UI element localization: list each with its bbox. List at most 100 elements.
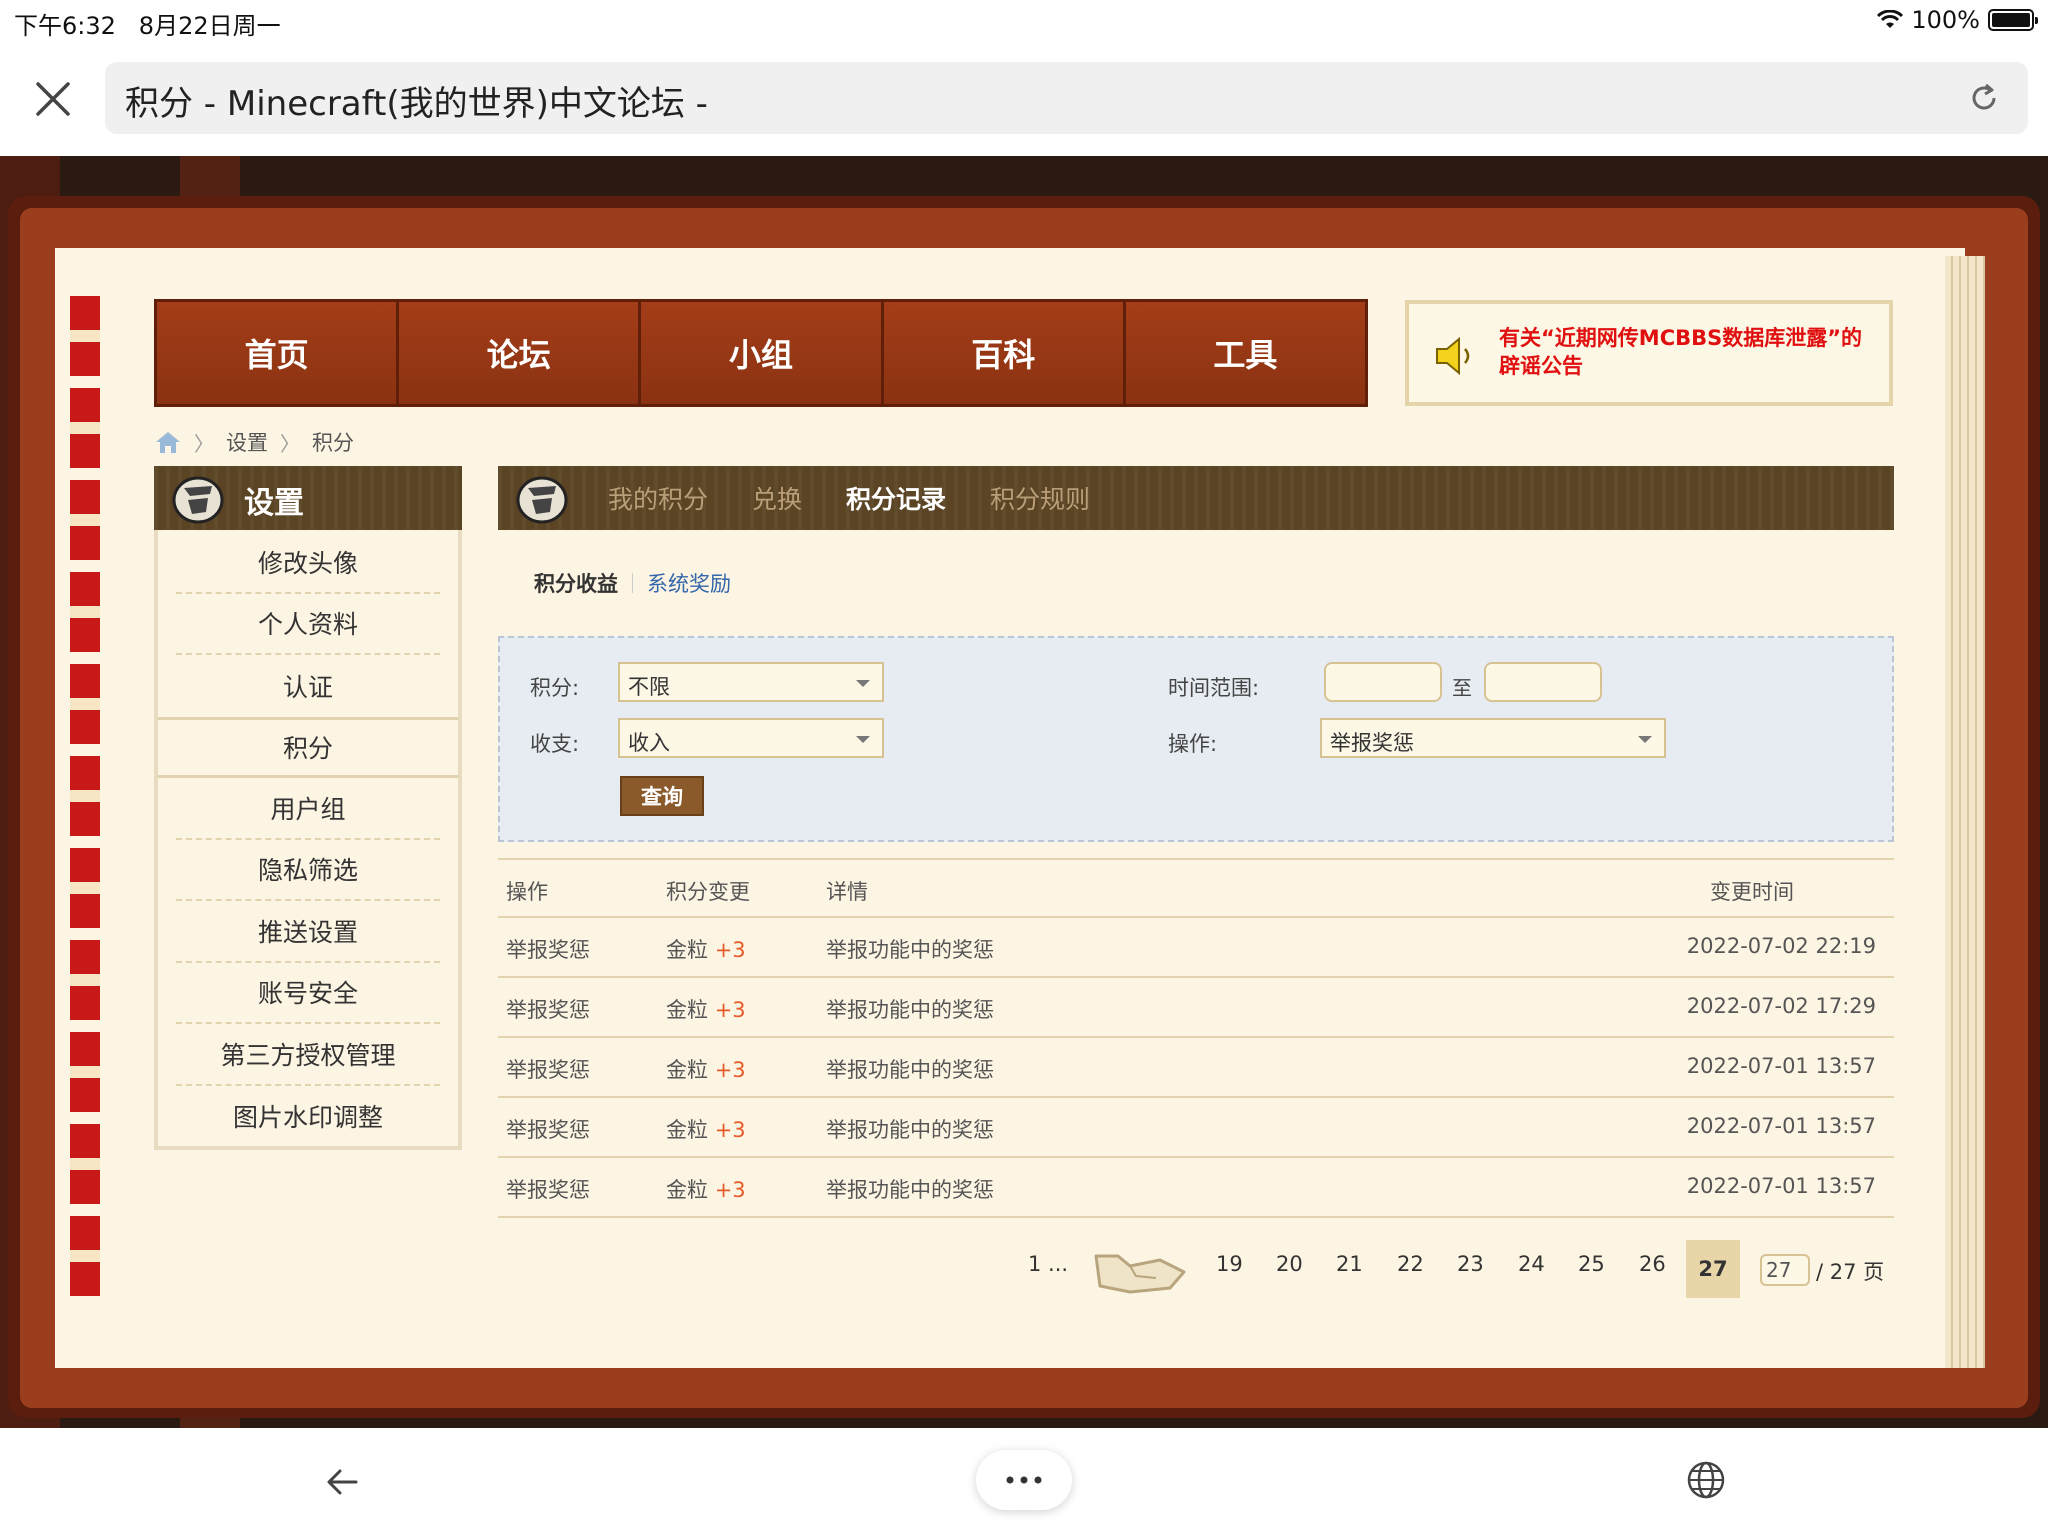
pagination: 1 ... 19 20 21 22 23 24 25 26 27 27 / 27… xyxy=(498,1240,1894,1300)
credit-delta: +3 xyxy=(714,1058,746,1082)
row-credit: 金粒 +3 xyxy=(666,994,746,1024)
query-button[interactable]: 查询 xyxy=(620,776,704,816)
table-row: 举报奖惩 金粒 +3 举报功能中的奖惩 2022-07-01 13:57 xyxy=(498,1158,1894,1218)
row-detail: 举报功能中的奖惩 xyxy=(826,1118,994,1142)
nav-forum[interactable]: 论坛 xyxy=(399,302,642,404)
row-time: 2022-07-02 17:29 xyxy=(1686,994,1876,1018)
announcement-box[interactable]: 有关“近期网传MCBBS数据库泄露”的辟谣公告 xyxy=(1405,300,1893,406)
nav-groups[interactable]: 小组 xyxy=(641,302,884,404)
sidebar-item-credits[interactable]: 积分 xyxy=(158,716,458,778)
tab-credit-rules[interactable]: 积分规则 xyxy=(990,480,1090,516)
income-select[interactable]: 收入 xyxy=(618,718,884,758)
breadcrumb-settings[interactable]: 设置 xyxy=(226,427,268,457)
page-25[interactable]: 25 xyxy=(1578,1252,1605,1276)
credit-delta: +3 xyxy=(714,1118,746,1142)
sidebar-item-privacy[interactable]: 隐私筛选 xyxy=(176,840,440,901)
emblem-icon xyxy=(516,476,568,524)
page-26[interactable]: 26 xyxy=(1639,1252,1666,1276)
announcement-link[interactable]: 有关“近期网传MCBBS数据库泄露”的辟谣公告 xyxy=(1499,324,1879,380)
browser-toolbar: 积分 - Minecraft(我的世界)中文论坛 - xyxy=(0,40,2048,156)
page-24[interactable]: 24 xyxy=(1518,1252,1545,1276)
address-text[interactable]: 积分 - Minecraft(我的世界)中文论坛 - xyxy=(125,76,708,125)
table-header: 操作 积分变更 详情 变更时间 xyxy=(498,858,1894,918)
subtab-system-rewards[interactable]: 系统奖励 xyxy=(647,568,731,598)
sidebar-item-oauth[interactable]: 第三方授权管理 xyxy=(176,1024,440,1086)
page-22[interactable]: 22 xyxy=(1397,1252,1424,1276)
globe-icon[interactable] xyxy=(1684,1458,1728,1502)
status-right: 100% xyxy=(1877,6,2038,34)
settings-sidebar: 设置 修改头像 个人资料 认证 积分 用户组 隐私筛选 推送设置 账号安全 第三… xyxy=(154,466,462,1150)
home-icon[interactable] xyxy=(154,429,182,455)
row-operation: 举报奖惩 xyxy=(506,938,590,962)
main-nav: 首页 论坛 小组 百科 工具 xyxy=(154,299,1368,407)
row-time: 2022-07-01 13:57 xyxy=(1686,1114,1876,1138)
page-20[interactable]: 20 xyxy=(1276,1252,1303,1276)
table-row: 举报奖惩 金粒 +3 举报功能中的奖惩 2022-07-01 13:57 xyxy=(498,1038,1894,1098)
pointing-hand-icon[interactable] xyxy=(1090,1246,1190,1300)
page-edge xyxy=(1945,256,1985,1368)
content-header: 我的积分 兑换 积分记录 积分规则 xyxy=(498,466,1894,530)
breadcrumb-credits[interactable]: 积分 xyxy=(312,427,354,457)
page-viewport: 首页 论坛 小组 百科 工具 有关“近期网传MCBBS数据库泄露”的辟谣公告 〉… xyxy=(0,156,2048,1428)
page-21[interactable]: 21 xyxy=(1336,1252,1363,1276)
sidebar-item-push[interactable]: 推送设置 xyxy=(176,901,440,963)
row-time: 2022-07-02 22:19 xyxy=(1686,934,1876,958)
credit-select-value: 不限 xyxy=(628,675,670,699)
nav-wiki[interactable]: 百科 xyxy=(883,302,1126,404)
credit-type: 金粒 xyxy=(666,1058,708,1082)
wifi-icon xyxy=(1877,10,1904,28)
page-total: / 27 页 xyxy=(1816,1260,1885,1284)
address-bar[interactable]: 积分 - Minecraft(我的世界)中文论坛 - xyxy=(105,62,2028,134)
table-row: 举报奖惩 金粒 +3 举报功能中的奖惩 2022-07-02 22:19 xyxy=(498,918,1894,978)
reload-icon[interactable] xyxy=(1966,80,2002,116)
start-date-input[interactable] xyxy=(1324,662,1442,702)
subtab-income[interactable]: 积分收益 xyxy=(534,568,618,598)
credit-type: 金粒 xyxy=(666,1178,708,1202)
sidebar-item-verify[interactable]: 认证 xyxy=(176,655,440,717)
chevron-down-icon xyxy=(856,736,870,743)
time-text: 下午6:32 xyxy=(14,12,116,40)
sidebar-title: 设置 xyxy=(244,486,304,521)
header-time: 变更时间 xyxy=(1710,880,1794,904)
chevron-down-icon xyxy=(1638,736,1652,743)
row-detail: 举报功能中的奖惩 xyxy=(826,998,994,1022)
emblem-icon xyxy=(172,476,224,524)
end-date-input[interactable] xyxy=(1484,662,1602,702)
page-23[interactable]: 23 xyxy=(1457,1252,1484,1276)
row-credit: 金粒 +3 xyxy=(666,934,746,964)
row-detail: 举报功能中的奖惩 xyxy=(826,1178,994,1202)
more-menu-button[interactable] xyxy=(976,1450,1072,1510)
sidebar-item-watermark[interactable]: 图片水印调整 xyxy=(176,1086,440,1148)
page-19[interactable]: 19 xyxy=(1216,1252,1243,1276)
row-operation: 举报奖惩 xyxy=(506,1178,590,1202)
tab-exchange[interactable]: 兑换 xyxy=(752,480,802,516)
sidebar-item-security[interactable]: 账号安全 xyxy=(176,963,440,1024)
header-credit-change: 积分变更 xyxy=(666,880,750,904)
battery-icon xyxy=(1988,9,2038,31)
credit-log-table: 操作 积分变更 详情 变更时间 举报奖惩 金粒 +3 举报功能中的奖惩 2022… xyxy=(498,858,1894,1218)
row-detail: 举报功能中的奖惩 xyxy=(826,938,994,962)
sub-tabs: 积分收益 系统奖励 xyxy=(534,568,731,598)
tab-my-credits[interactable]: 我的积分 xyxy=(608,480,708,516)
tab-credit-log[interactable]: 积分记录 xyxy=(846,480,946,516)
breadcrumb: 〉 设置 〉 积分 xyxy=(154,424,354,460)
sidebar-item-profile[interactable]: 个人资料 xyxy=(176,594,440,655)
page-jump-input[interactable]: 27 xyxy=(1760,1254,1810,1286)
page-current: 27 xyxy=(1686,1240,1740,1298)
sidebar-item-avatar[interactable]: 修改头像 xyxy=(176,532,440,594)
credit-type: 金粒 xyxy=(666,998,708,1022)
row-time: 2022-07-01 13:57 xyxy=(1686,1174,1876,1198)
credit-select[interactable]: 不限 xyxy=(618,662,884,702)
nav-home[interactable]: 首页 xyxy=(157,302,400,404)
book-binding xyxy=(70,296,100,1306)
speaker-icon xyxy=(1436,336,1470,376)
nav-tools[interactable]: 工具 xyxy=(1125,302,1366,404)
sidebar-item-usergroup[interactable]: 用户组 xyxy=(176,778,440,840)
status-time: 下午6:32 8月22日周一 xyxy=(14,6,281,41)
operation-select[interactable]: 举报奖惩 xyxy=(1320,718,1666,758)
chevron-right-icon: 〉 xyxy=(280,431,300,456)
income-label: 收支: xyxy=(530,732,580,756)
close-icon[interactable] xyxy=(30,76,76,122)
back-arrow-icon[interactable] xyxy=(322,1462,362,1502)
page-first[interactable]: 1 ... xyxy=(1028,1252,1068,1276)
